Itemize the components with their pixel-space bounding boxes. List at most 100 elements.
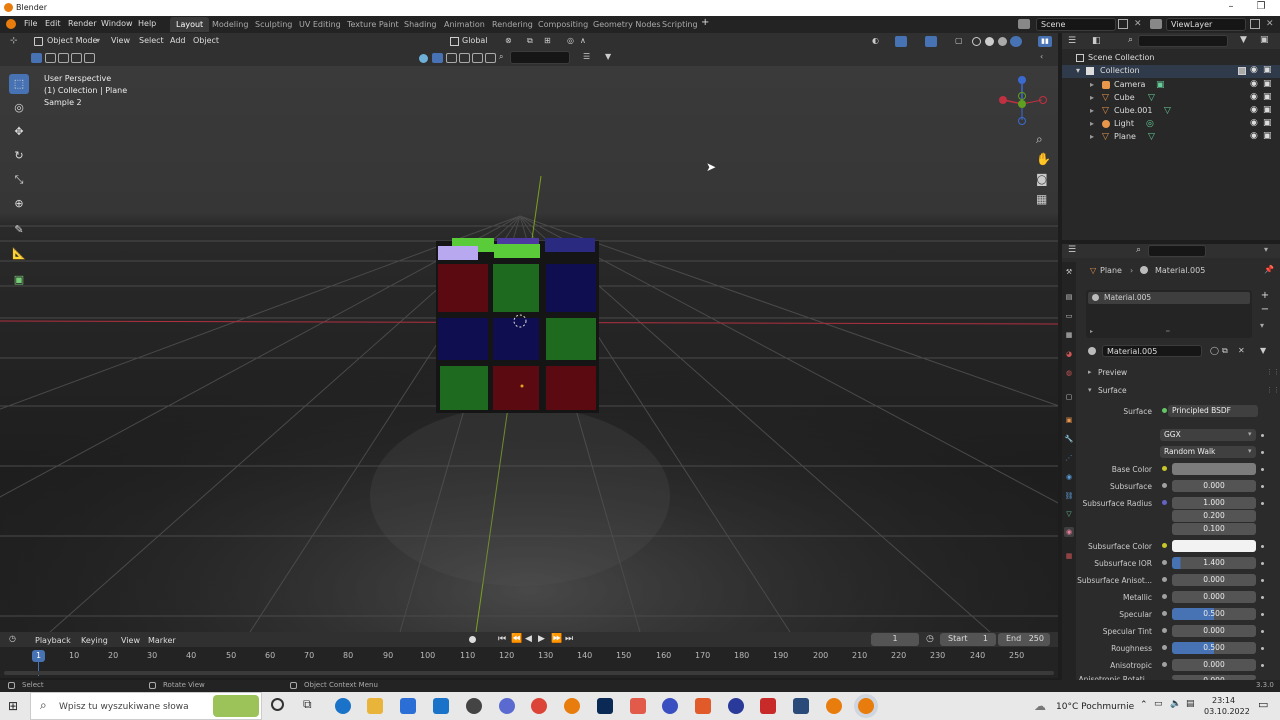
menu-keying[interactable]: Keying <box>81 636 108 645</box>
snap-target-icon[interactable]: ⊞ <box>544 36 551 45</box>
display-mode-icon[interactable]: ◧ <box>1092 36 1101 46</box>
rotate-tool[interactable]: ↻ <box>9 146 29 166</box>
start-frame-field[interactable]: Start 1 <box>940 633 996 646</box>
clock-time[interactable]: 23:14 <box>1212 696 1235 705</box>
outliner-row-scene-collection[interactable]: Scene Collection <box>1062 52 1280 65</box>
render-camera-icon[interactable]: ▣ <box>1263 65 1272 75</box>
weather-text[interactable]: 10°C Pochmurnie <box>1056 702 1134 712</box>
visibility-eye-icon[interactable]: ◉ <box>1250 118 1258 128</box>
transform-orientation-selector[interactable]: Global <box>462 36 488 45</box>
keyframe-dot[interactable] <box>1261 664 1264 667</box>
timeline-scrollbar[interactable] <box>4 671 1054 675</box>
expand-arrow-icon[interactable]: ▸ <box>1090 328 1093 335</box>
add-material-slot-button[interactable]: + <box>1258 290 1272 302</box>
tab-texture-paint[interactable]: Texture Paint <box>341 17 405 32</box>
tab-animation[interactable]: Animation <box>438 17 491 32</box>
keyframe-dot[interactable] <box>1261 613 1264 616</box>
expand-arrow-icon[interactable]: ▸ <box>1090 132 1094 141</box>
base-color-swatch[interactable] <box>1172 463 1256 475</box>
outliner-row-cube-001[interactable]: ▸ ▽ Cube.001 ▽ ◉ ▣ <box>1062 105 1280 118</box>
menu-window[interactable]: Window <box>101 19 133 28</box>
new-scene-icon[interactable] <box>1118 19 1128 29</box>
tab-compositing[interactable]: Compositing <box>532 17 594 32</box>
tab-sculpting[interactable]: Sculpting <box>249 17 298 32</box>
overlay-toggle-icon[interactable] <box>925 36 937 47</box>
expand-arrow-icon[interactable]: ▸ <box>1090 93 1094 102</box>
visibility-eye-icon[interactable]: ◉ <box>1250 79 1258 89</box>
constraints-tab-icon[interactable]: ⛓ <box>1064 491 1074 501</box>
distribution-selector[interactable]: GGX <box>1160 429 1256 441</box>
menu-add[interactable]: Add <box>170 36 186 45</box>
tray-chevron-up-icon[interactable]: ⌃ <box>1140 700 1148 710</box>
photoshop-icon[interactable] <box>597 698 613 714</box>
notifications-icon[interactable]: ▭ <box>1258 698 1268 711</box>
obs-icon[interactable] <box>466 698 482 714</box>
keyframe-dot[interactable] <box>1261 596 1264 599</box>
mail-icon[interactable] <box>433 698 449 714</box>
value-socket-dot[interactable] <box>1162 577 1167 582</box>
blender-taskbar-icon[interactable] <box>826 698 842 714</box>
anisotropic-field[interactable]: 0.000 <box>1172 659 1256 671</box>
clock-date[interactable]: 03.10.2022 <box>1204 707 1250 716</box>
visibility-eye-icon[interactable]: ◉ <box>1250 92 1258 102</box>
file-explorer-icon[interactable] <box>367 698 383 714</box>
keyframe-dot[interactable] <box>1261 562 1264 565</box>
exclude-checkbox[interactable] <box>1238 67 1246 75</box>
camera-filter-icon[interactable] <box>472 53 483 63</box>
toggle-sidebar-icon[interactable]: ▮▮ <box>1038 36 1052 47</box>
subsurface-method-selector[interactable]: Random Walk <box>1160 446 1256 458</box>
camera-view-icon[interactable]: ◙ <box>1036 172 1048 186</box>
modifier-tab-icon[interactable]: 🔧 <box>1064 434 1074 444</box>
expand-arrow-icon[interactable]: ▸ <box>1090 119 1094 128</box>
keyframe-dot[interactable] <box>1261 647 1264 650</box>
language-icon[interactable]: ▤ <box>1186 699 1195 709</box>
tab-modeling[interactable]: Modeling <box>206 17 254 32</box>
value-socket-dot[interactable] <box>1162 560 1167 565</box>
expand-arrow-icon[interactable]: ▸ <box>1090 80 1094 89</box>
select-invert-icon[interactable] <box>71 53 82 63</box>
subsurface-radius-y-field[interactable]: 0.200 <box>1172 510 1256 522</box>
value-socket-dot[interactable] <box>1162 611 1167 616</box>
browse-material-icon[interactable] <box>1088 347 1096 355</box>
unlink-material-icon[interactable]: ✕ <box>1238 346 1245 355</box>
current-frame-field[interactable]: 1 <box>871 633 919 646</box>
remove-scene-icon[interactable]: ✕ <box>1134 19 1144 29</box>
snap-icon[interactable]: ⧉ <box>527 36 533 46</box>
subsurface-anisotropy-field[interactable]: 0.000 <box>1172 574 1256 586</box>
outliner-filter-icon[interactable]: ▼ <box>1240 35 1247 45</box>
value-socket-dot[interactable] <box>1162 594 1167 599</box>
preview-range-icon[interactable]: ◷ <box>926 634 934 644</box>
task-view-icon[interactable]: ⧉ <box>303 697 312 712</box>
maximize-button[interactable]: ❐ <box>1246 1 1276 12</box>
fake-user-icon[interactable]: ◯ <box>1210 346 1219 355</box>
shading-solid-icon[interactable] <box>985 37 994 46</box>
expand-arrow-icon[interactable]: ▸ <box>1088 368 1092 376</box>
app-icon[interactable] <box>662 698 678 714</box>
chevron-down-icon[interactable]: ▾ <box>1260 321 1264 330</box>
outliner-row-light[interactable]: ▸ Light ◎ ◉ ▣ <box>1062 118 1280 131</box>
end-frame-field[interactable]: End 250 <box>998 633 1050 646</box>
world-tab-icon[interactable]: ◍ <box>1064 368 1074 378</box>
falloff-icon[interactable]: ∧ <box>580 36 586 45</box>
minimize-button[interactable]: – <box>1216 1 1246 12</box>
scene-selector[interactable]: Scene <box>1036 18 1116 31</box>
network-icon[interactable]: ▭ <box>1154 699 1163 709</box>
select-box-tool[interactable]: ⬚ <box>9 74 29 94</box>
keyframe-dot[interactable] <box>1261 451 1264 454</box>
menu-edit[interactable]: Edit <box>45 19 61 28</box>
shading-rendered-icon[interactable] <box>1010 36 1022 47</box>
remove-material-slot-button[interactable]: − <box>1258 304 1272 316</box>
menu-marker[interactable]: Marker <box>148 636 176 645</box>
expand-arrow-icon[interactable]: ▸ <box>1090 106 1094 115</box>
outliner-search-input[interactable] <box>1138 35 1228 47</box>
gizmo-toggle-icon[interactable] <box>895 36 907 47</box>
output-tab-icon[interactable]: ▭ <box>1064 311 1074 321</box>
jump-keyframe-forward-icon[interactable]: ⏩ <box>551 634 562 644</box>
move-tool[interactable]: ✥ <box>9 122 29 142</box>
metallic-field[interactable]: 0.000 <box>1172 591 1256 603</box>
menu-help[interactable]: Help <box>138 19 156 28</box>
keyframe-dot[interactable] <box>1261 502 1264 505</box>
tab-scripting[interactable]: Scripting <box>656 17 704 32</box>
expand-panel-icon[interactable]: ‹ <box>1040 52 1043 61</box>
cortana-icon[interactable] <box>271 698 284 711</box>
